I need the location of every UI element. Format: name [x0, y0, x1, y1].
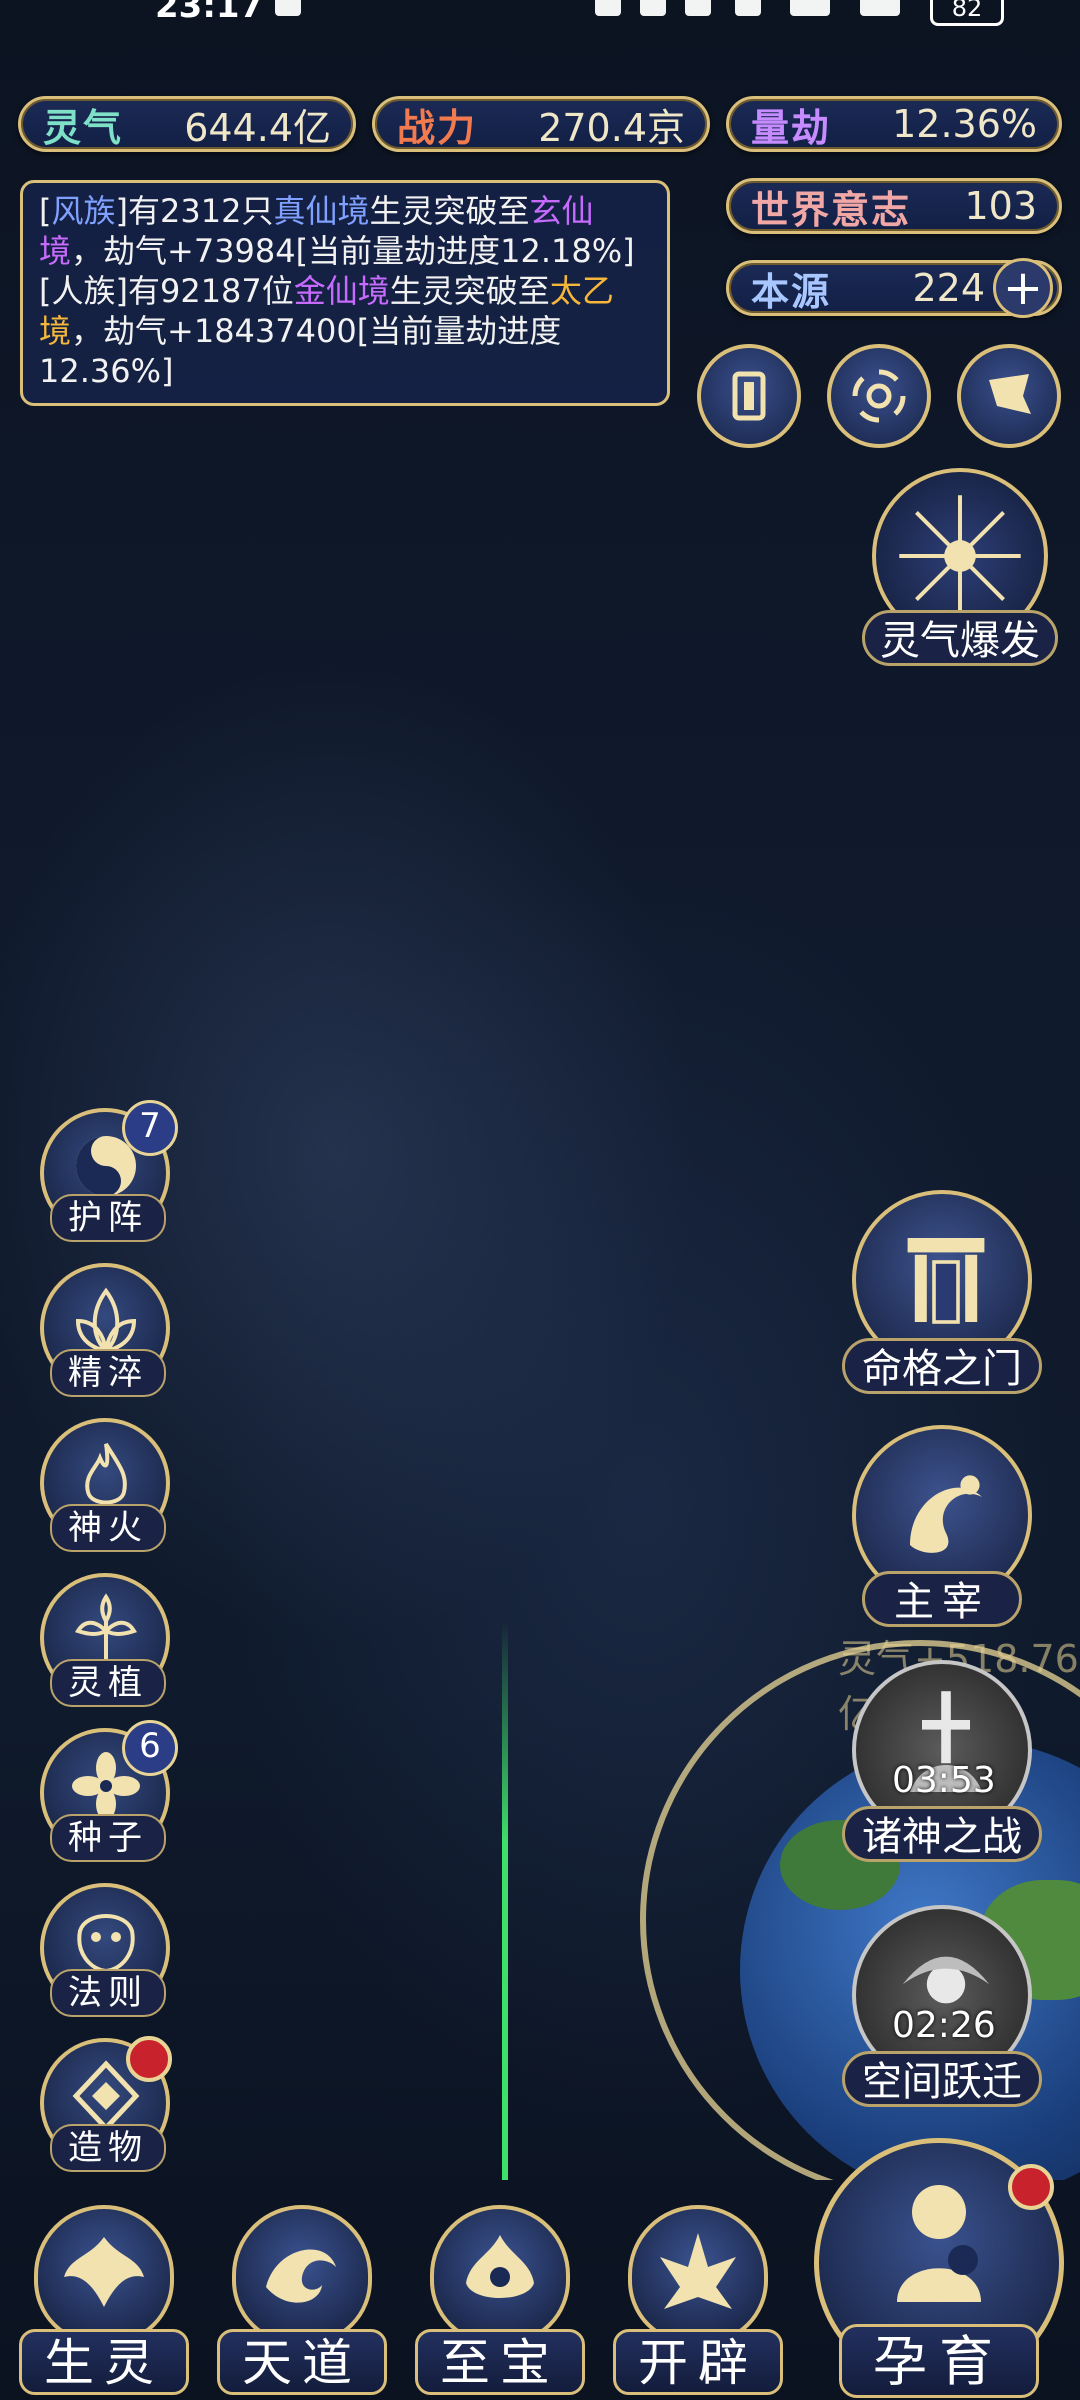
bell-off-icon — [685, 0, 711, 16]
lingqi-label: 灵气 — [43, 105, 124, 150]
zhushen-label: 诸神之战 — [842, 1806, 1042, 1862]
zhanli-value: 270.4京 — [538, 105, 685, 150]
card-icon — [732, 371, 766, 421]
bluetooth-icon — [640, 0, 666, 16]
starburst-icon — [899, 495, 1021, 617]
log-line-1: [风族]有2312只真仙境生灵突破至玄仙境，劫气+73984[当前量劫进度12.… — [39, 192, 635, 270]
race-name: 风族 — [51, 192, 116, 230]
crest-icon — [660, 2233, 736, 2309]
add-benyuan-button[interactable]: + — [993, 258, 1053, 318]
wifi-icon — [735, 0, 761, 16]
bottom-label: 孕育 — [839, 2324, 1039, 2398]
zhibao-emblem — [430, 2205, 570, 2345]
app-notification-icon — [275, 0, 301, 16]
side-label: 种子 — [50, 1814, 166, 1862]
liangjie-value: 12.36% — [892, 102, 1037, 146]
benyuan-resource[interactable]: 本源 224 + — [726, 258, 1062, 318]
signal-icon — [790, 0, 830, 16]
side-label: 法则 — [50, 1969, 166, 2017]
kongjian-label: 空间跃迁 — [842, 2051, 1042, 2107]
lingqi-value: 644.4亿 — [184, 105, 331, 150]
liangjie-label: 量劫 — [751, 105, 832, 150]
count-badge: 6 — [122, 1720, 178, 1776]
zhanli-label: 战力 — [397, 105, 478, 150]
phoenix-icon — [64, 2237, 144, 2307]
side-label: 造物 — [50, 2124, 166, 2172]
side-item-zhongzi[interactable]: 种子 6 — [40, 1720, 178, 1862]
bottom-tab-tiandao[interactable]: 天道 — [212, 2205, 392, 2395]
battery-indicator: 82 — [930, 0, 1004, 26]
kongjian-button[interactable]: 02:26 空间跃迁 — [842, 1905, 1042, 2115]
count-badge: 7 — [122, 1100, 178, 1156]
bottom-tab-yunyu[interactable]: 孕育 — [814, 2138, 1064, 2400]
burst-button[interactable]: 灵气爆发 — [862, 468, 1058, 668]
card-button[interactable] — [697, 344, 801, 448]
mute-icon — [595, 0, 621, 16]
side-item-faze[interactable]: 法则 — [40, 1883, 170, 2017]
bottom-tab-shengling[interactable]: 生灵 — [14, 2205, 194, 2395]
benyuan-value: 224 — [912, 266, 985, 310]
zhanli-resource[interactable]: 战力 270.4京 — [372, 96, 710, 152]
bottom-label: 至宝 — [415, 2329, 585, 2395]
dragon-icon — [910, 1475, 982, 1553]
bottom-tab-kaipi[interactable]: 开辟 — [608, 2205, 788, 2395]
realm-name: 金仙境 — [293, 272, 390, 310]
flag-icon — [989, 374, 1031, 414]
bottom-tab-zhibao[interactable]: 至宝 — [410, 2205, 590, 2395]
shijie-resource[interactable]: 世界意志 103 — [726, 178, 1062, 234]
side-item-shenhuo[interactable]: 神火 — [40, 1418, 170, 1552]
realm-name: 真仙境 — [273, 192, 370, 230]
side-label: 护阵 — [50, 1194, 166, 1242]
vortex-button[interactable] — [827, 344, 931, 448]
minggemen-label: 命格之门 — [842, 1338, 1042, 1394]
treasure-icon — [466, 2235, 534, 2298]
wave-icon — [266, 2249, 336, 2303]
flag-button[interactable] — [957, 344, 1061, 448]
log-line-2: [人族]有92187位金仙境生灵突破至太乙境，劫气+18437400[当前量劫进… — [39, 272, 614, 390]
bottom-label: 开辟 — [613, 2329, 783, 2395]
side-item-jingcui[interactable]: 精淬 — [40, 1263, 170, 1397]
side-item-zaowu[interactable]: 造物 — [40, 2036, 172, 2172]
zhuzai-button[interactable]: 主宰 — [842, 1425, 1042, 1635]
shijie-label: 世界意志 — [751, 187, 912, 232]
benyuan-label: 本源 — [751, 269, 832, 314]
notification-dot — [126, 2036, 172, 2082]
status-bar: 23:17 82 — [0, 0, 1080, 36]
event-log-panel: [风族]有2312只真仙境生灵突破至玄仙境，劫气+73984[当前量劫进度12.… — [20, 180, 670, 406]
side-item-lingzhi[interactable]: 灵植 — [40, 1573, 170, 1707]
zhuzai-label: 主宰 — [862, 1571, 1022, 1627]
shengling-emblem — [34, 2205, 174, 2345]
side-label: 精淬 — [50, 1349, 166, 1397]
side-item-huzhen[interactable]: 护阵 7 — [40, 1100, 178, 1242]
zhushen-button[interactable]: 03:53 诸神之战 — [842, 1660, 1042, 1870]
lingqi-resource[interactable]: 灵气 644.4亿 — [18, 96, 356, 152]
liangjie-resource[interactable]: 量劫 12.36% — [726, 96, 1062, 152]
notification-dot — [1008, 2164, 1054, 2210]
minggemen-button[interactable]: 命格之门 — [842, 1190, 1042, 1400]
side-label: 灵植 — [50, 1659, 166, 1707]
kongjian-timer: 02:26 — [892, 2005, 996, 2046]
shijie-value: 103 — [964, 184, 1037, 228]
kaipi-emblem — [628, 2205, 768, 2345]
mother-child-icon — [897, 2185, 981, 2302]
status-time: 23:17 — [155, 0, 264, 26]
green-beam — [502, 1620, 508, 2180]
tiandao-emblem — [232, 2205, 372, 2345]
burst-label: 灵气爆发 — [862, 610, 1058, 666]
signal-icon-2 — [860, 0, 900, 16]
zhushen-timer: 03:53 — [892, 1760, 996, 1801]
gate-icon — [907, 1238, 985, 1324]
bottom-label: 天道 — [217, 2329, 387, 2395]
bottom-label: 生灵 — [19, 2329, 189, 2395]
side-label: 神火 — [50, 1504, 166, 1552]
vortex-icon — [852, 369, 906, 423]
